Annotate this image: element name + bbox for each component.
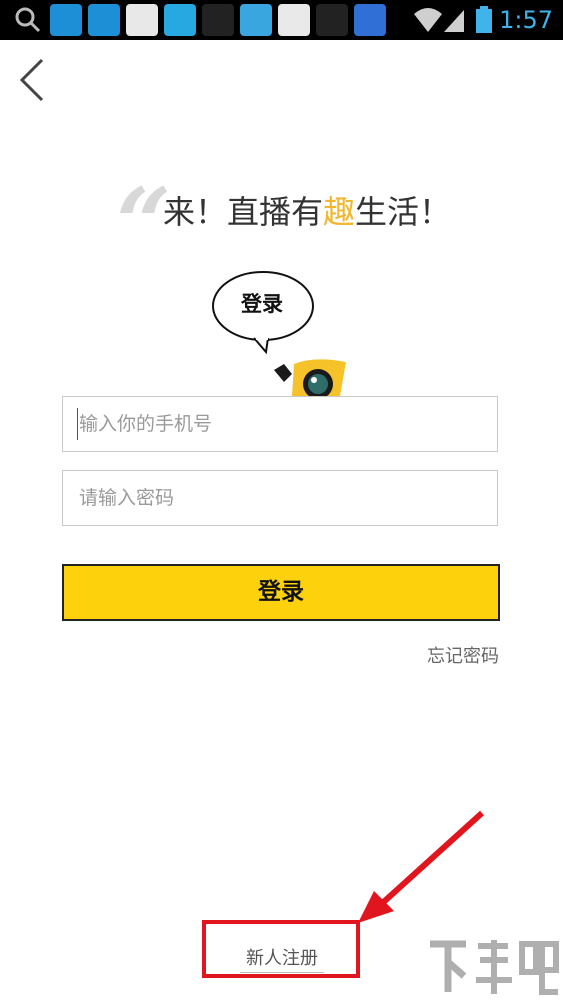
mascot-icon: [274, 359, 346, 396]
slogan-part2: 生活！: [355, 193, 452, 231]
app-icon: [316, 4, 348, 36]
status-bar: 1:57: [0, 0, 563, 40]
forgot-password-link[interactable]: 忘记密码: [427, 642, 499, 668]
clock-text: 1:57: [499, 6, 553, 34]
app-icon: [88, 4, 120, 36]
slogan-highlight: 趣: [323, 193, 356, 231]
back-icon[interactable]: [14, 56, 54, 104]
slogan-part1: 来！直播有: [163, 193, 324, 231]
browser-icon: [278, 4, 310, 36]
phone-input[interactable]: [62, 396, 498, 452]
slogan: 来！直播有趣生活！: [163, 190, 451, 234]
baidu-icon: [354, 4, 386, 36]
app-icon: [240, 4, 272, 36]
annotation-arrow-icon: [358, 810, 485, 923]
app-icon: [202, 4, 234, 36]
qq-icon: [164, 4, 196, 36]
text-cursor: [77, 408, 78, 440]
search-icon: [15, 7, 41, 33]
login-button[interactable]: 登录: [62, 564, 500, 621]
annotation-highlight-box: [202, 920, 360, 978]
watermark-logo-icon: [430, 940, 559, 995]
battery-icon: [476, 6, 492, 33]
news-icon: [126, 4, 158, 36]
app-icon: [50, 4, 82, 36]
bubble-label: 登录: [241, 292, 283, 316]
password-input[interactable]: [62, 470, 498, 526]
